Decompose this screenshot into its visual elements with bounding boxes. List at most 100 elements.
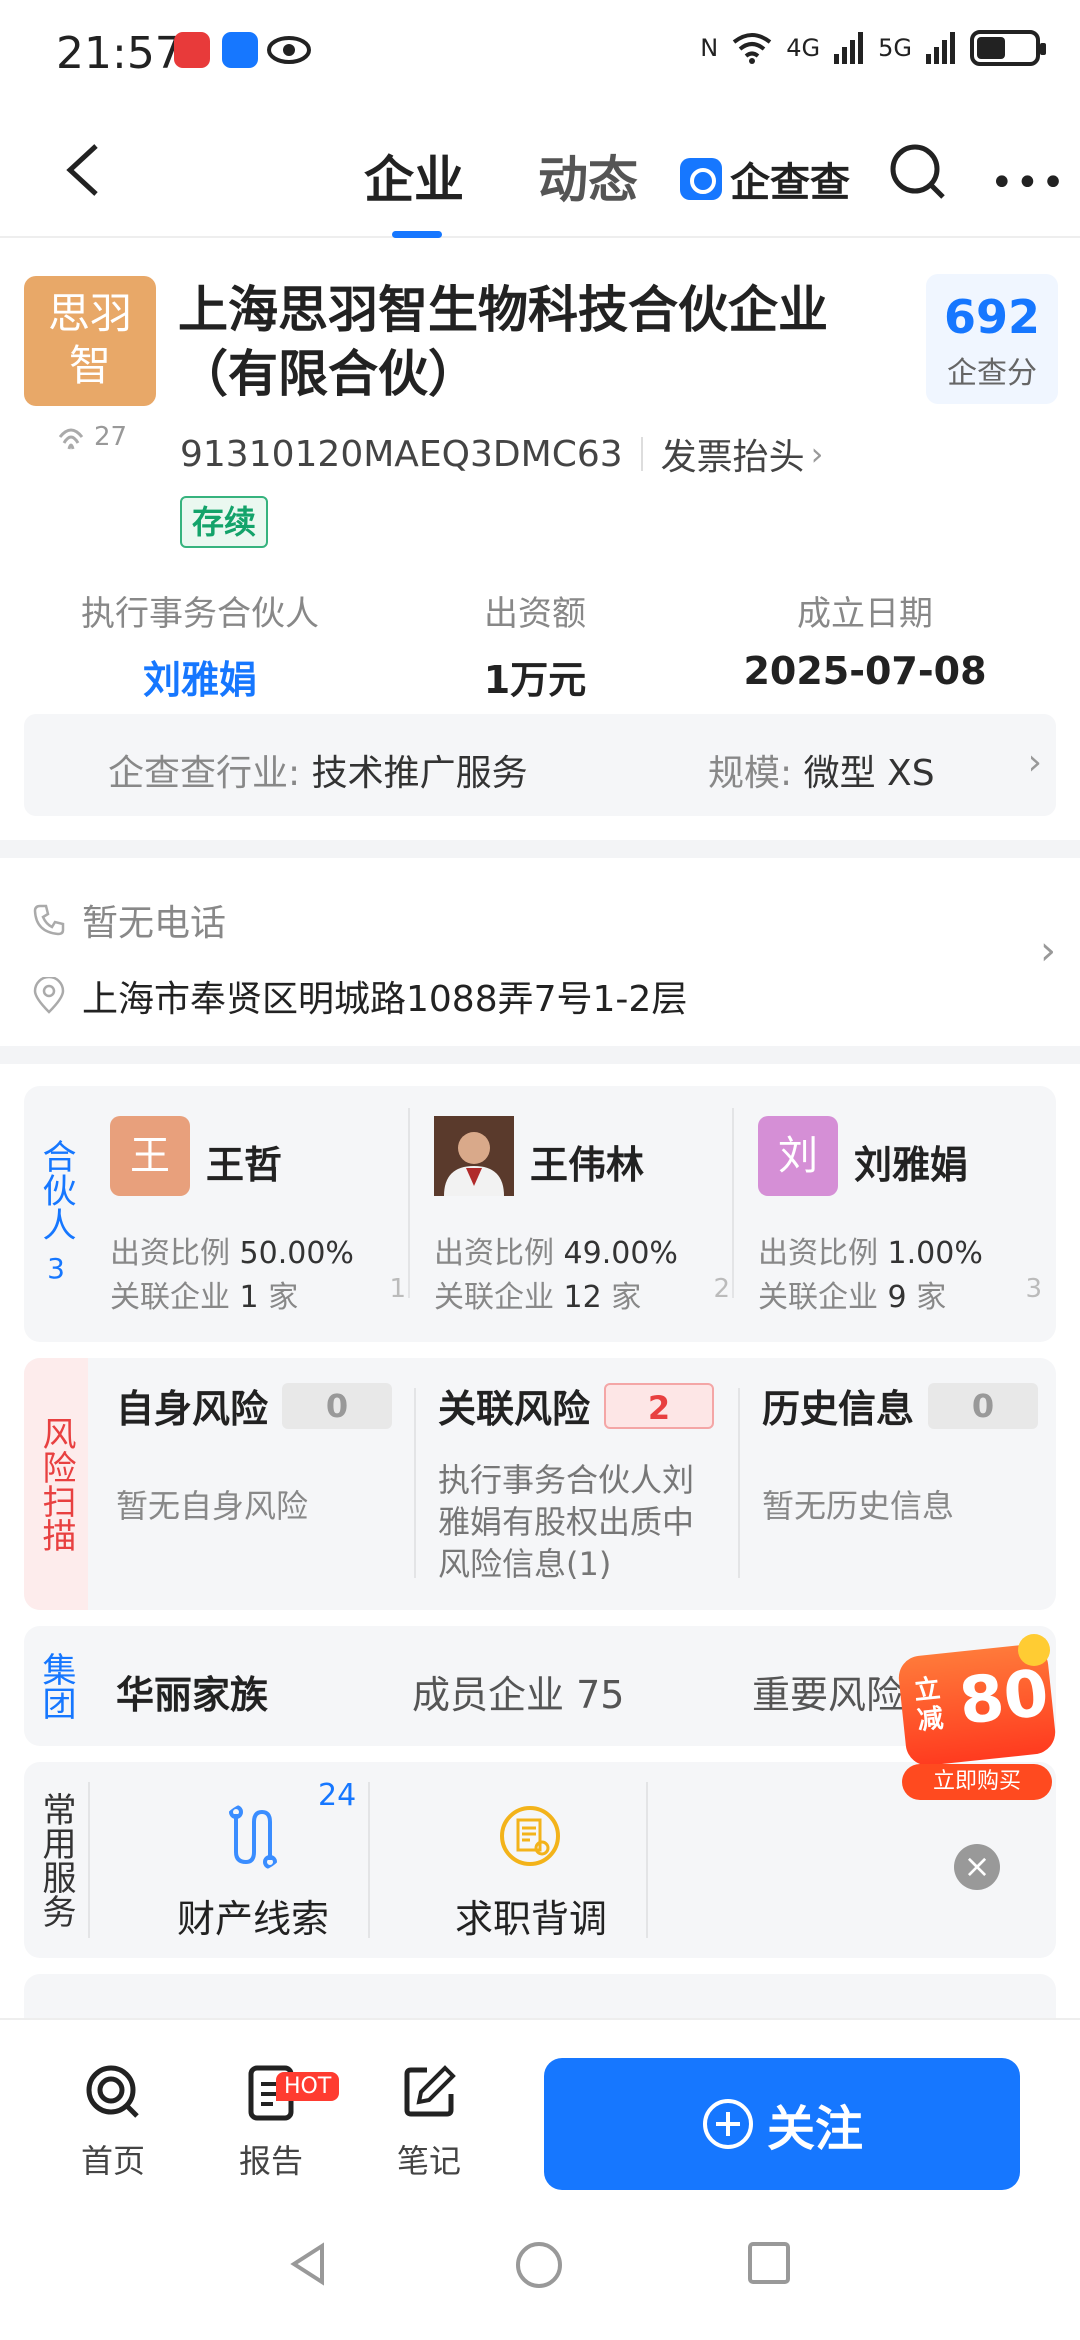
home-circle-icon[interactable] xyxy=(514,2240,564,2290)
risk-history[interactable]: 历史信息 0 暂无历史信息 xyxy=(762,1378,1052,1527)
partner-card[interactable]: 王伟林 出资比例 49.00% 关联企业 12 家 2 xyxy=(422,1104,740,1315)
company-logo: 思羽 智 xyxy=(24,276,156,406)
risk-section-label[interactable]: 风险扫描 xyxy=(24,1358,88,1610)
group-name: 华丽家族 xyxy=(116,1673,269,1717)
bottom-label: 报告 xyxy=(238,2142,303,2180)
risk-desc: 暂无历史信息 xyxy=(762,1487,955,1525)
industry-field: 企查查行业: 技术推广服务 xyxy=(108,744,528,796)
back-triangle-icon[interactable] xyxy=(284,2240,332,2288)
legal-partner-link[interactable]: 刘雅娟 xyxy=(40,649,360,704)
related-label: 关联企业 xyxy=(434,1280,554,1315)
partner-related: 关联企业 1 家 xyxy=(110,1272,298,1316)
industry-label: 企查查行业: xyxy=(108,753,301,794)
risk-label-text: 风险扫描 xyxy=(36,1416,76,1552)
info-legal-partner: 执行事务合伙人 刘雅娟 xyxy=(40,586,360,704)
partner-ratio: 出资比例 1.00% xyxy=(758,1228,983,1272)
scale-label: 规模: xyxy=(708,753,793,794)
top-nav: 企业 动态 企查查 ••• xyxy=(0,110,1080,238)
divider xyxy=(732,1108,734,1298)
credit-code-row: 91310120MAEQ3DMC63 发票抬头 › xyxy=(180,428,823,480)
brand-name: 企查查 xyxy=(730,160,850,206)
active-tab-indicator xyxy=(392,231,442,238)
company-name: 上海思羽智生物科技合伙企业（有限合伙） xyxy=(178,281,828,403)
service-background-check[interactable]: 求职背调 xyxy=(396,1802,666,1943)
follow-button[interactable]: 关注 xyxy=(544,2058,1020,2190)
invoice-title-link[interactable]: 发票抬头 xyxy=(661,428,805,480)
risk-count-badge: 0 xyxy=(282,1382,393,1429)
related-unit: 家 xyxy=(268,1280,299,1315)
industry-value: 技术推广服务 xyxy=(311,753,528,794)
risk-scan-card: 风险扫描 自身风险 0 暂无自身风险 关联风险 2 执行事务合伙人刘雅娟有股权出质中… xyxy=(24,1358,1056,1610)
group-section-label: 集团 xyxy=(24,1626,88,1746)
back-arrow-icon[interactable] xyxy=(56,140,116,200)
ratio-value: 49.00% xyxy=(563,1236,678,1271)
fingerprint-icon xyxy=(58,428,84,450)
group-members: 成员企业 75 xyxy=(412,1673,625,1717)
bottom-home[interactable]: 首页 xyxy=(58,2062,168,2182)
battery-icon xyxy=(970,30,1046,66)
promo-buy-button[interactable]: 立即购买 xyxy=(902,1764,1052,1800)
huawei-app-icon xyxy=(174,32,210,68)
divider xyxy=(88,1782,90,1938)
ratio-value: 1.00% xyxy=(887,1236,983,1271)
promo-amount: 80 xyxy=(955,1656,1053,1740)
group-risk: 重要风险 xyxy=(752,1673,905,1717)
risk-count-badge: 0 xyxy=(928,1382,1039,1429)
search-icon[interactable] xyxy=(888,142,948,202)
risk-title: 关联风险 xyxy=(438,1387,591,1431)
divider xyxy=(408,1108,410,1298)
bottom-notes[interactable]: 笔记 xyxy=(374,2062,484,2182)
risk-related[interactable]: 关联风险 2 执行事务合伙人刘雅娟有股权出质中风险信息(1) xyxy=(438,1378,718,1585)
nfc-icon: N xyxy=(700,34,719,62)
tab-company[interactable]: 企业 xyxy=(364,140,464,238)
close-icon[interactable]: × xyxy=(954,1844,1000,1890)
partner-name: 刘雅娟 xyxy=(854,1143,969,1187)
risk-self[interactable]: 自身风险 0 暂无自身风险 xyxy=(116,1378,436,1527)
section-divider xyxy=(0,1046,1080,1064)
related-value: 9 xyxy=(887,1280,907,1315)
services-section-label: 常用服务 xyxy=(24,1762,88,1958)
related-unit: 家 xyxy=(611,1280,642,1315)
address-row: 上海市奉贤区明城路1088弄7号1-2层 xyxy=(32,970,687,1022)
more-icon[interactable]: ••• xyxy=(990,160,1067,206)
industry-bar[interactable]: 企查查行业: 技术推广服务 规模: 微型 XS › xyxy=(24,714,1056,816)
bottom-label: 首页 xyxy=(80,2142,145,2180)
partners-section-label[interactable]: 合伙人 3 xyxy=(24,1086,88,1342)
home-logo-icon xyxy=(86,2065,139,2118)
view-count: 27 xyxy=(56,422,127,452)
address-text: 上海市奉贤区明城路1088弄7号1-2层 xyxy=(82,979,688,1020)
info-founded: 成立日期 2025-07-08 xyxy=(720,586,1010,693)
info-value: 1万元 xyxy=(483,658,587,702)
chevron-right-icon: › xyxy=(810,435,824,473)
note-icon xyxy=(404,2065,456,2117)
signal-5g-label: 5G xyxy=(878,34,912,62)
partner-index: 3 xyxy=(1025,1274,1042,1304)
partner-card[interactable]: 刘 刘雅娟 出资比例 1.00% 关联企业 9 家 3 xyxy=(746,1104,1052,1315)
system-nav-bar xyxy=(0,2190,1080,2340)
credit-code: 91310120MAEQ3DMC63 xyxy=(180,433,623,475)
related-label: 关联企业 xyxy=(110,1280,230,1315)
promo-float[interactable]: 立减 80 立即购买 xyxy=(892,1630,1062,1800)
divider xyxy=(646,1782,648,1938)
recents-square-icon[interactable] xyxy=(746,2240,792,2286)
info-label: 成立日期 xyxy=(797,594,933,634)
view-count-value: 27 xyxy=(94,422,128,452)
bottom-action-bar: 首页 报告 HOT 笔记 关注 xyxy=(0,2018,1080,2190)
tab-dynamics[interactable]: 动态 xyxy=(538,140,638,212)
signal-icon xyxy=(926,32,955,64)
service-label: 求职背调 xyxy=(454,1897,607,1941)
info-value: 2025-07-08 xyxy=(743,649,987,693)
service-label: 财产线索 xyxy=(176,1897,329,1941)
bottom-label: 笔记 xyxy=(396,2142,461,2180)
qichacha-logo-icon xyxy=(680,158,722,200)
document-search-icon xyxy=(500,1806,560,1866)
partners-label-text: 合伙人 xyxy=(36,1139,76,1241)
partner-index: 2 xyxy=(713,1274,730,1304)
hot-badge: HOT xyxy=(276,2072,340,2101)
qichacha-score[interactable]: 692 企查分 xyxy=(926,274,1058,404)
service-property-clues[interactable]: 财产线索 xyxy=(118,1802,388,1943)
partner-card[interactable]: 王 王哲 出资比例 50.00% 关联企业 1 家 1 xyxy=(98,1104,416,1315)
divider xyxy=(738,1388,740,1578)
contact-section[interactable]: 暂无电话 上海市奉贤区明城路1088弄7号1-2层 › xyxy=(0,870,1080,1040)
wifi-icon xyxy=(733,33,772,64)
